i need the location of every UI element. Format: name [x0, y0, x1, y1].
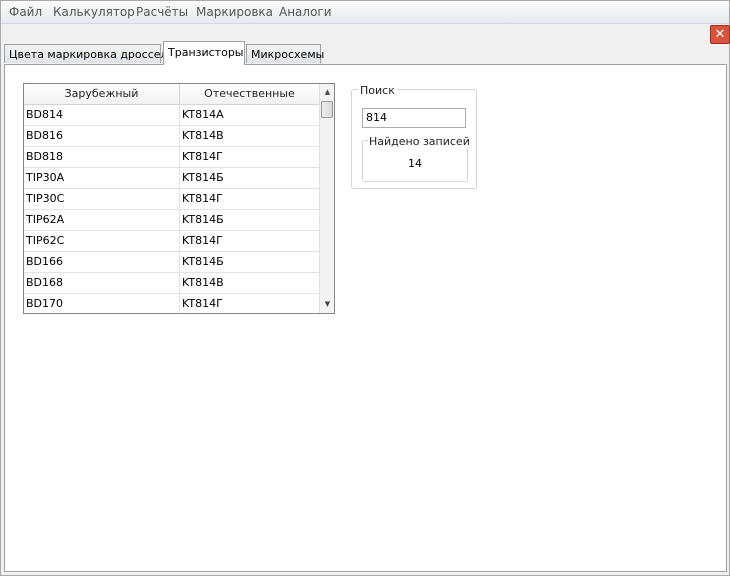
table-row[interactable]: BD814 KT814A — [24, 105, 319, 126]
cell-foreign[interactable]: BD166 — [24, 252, 180, 272]
table-scrollbar[interactable]: ▲ ▼ — [319, 84, 334, 313]
cell-foreign[interactable]: TIP62C — [24, 231, 180, 251]
cell-domestic[interactable]: KT814Б — [180, 252, 319, 272]
cell-domestic[interactable]: KT814Б — [180, 210, 319, 230]
cell-domestic[interactable]: KT814B — [180, 126, 319, 146]
table-row[interactable]: BD168 KT814B — [24, 273, 319, 294]
scroll-thumb[interactable] — [321, 101, 333, 118]
tab-panel-transistors: Зарубежный Отечественные BD814 KT814A BD81… — [4, 64, 727, 572]
menu-calculations[interactable]: Расчёты — [136, 5, 188, 19]
cell-domestic[interactable]: KT814Г — [180, 147, 319, 167]
menu-bar: Файл Калькулятор Расчёты Маркировка Анал… — [1, 1, 729, 24]
cell-foreign[interactable]: BD170 — [24, 294, 180, 313]
menu-analogs[interactable]: Аналоги — [279, 5, 332, 19]
column-header-foreign[interactable]: Зарубежный — [24, 84, 180, 104]
cell-domestic[interactable]: KT814Б — [180, 168, 319, 188]
cell-foreign[interactable]: TIP62A — [24, 210, 180, 230]
cell-domestic[interactable]: KT814B — [180, 273, 319, 293]
tab-transistors[interactable]: Транзисторы — [163, 41, 245, 65]
column-header-domestic[interactable]: Отечественные — [180, 84, 319, 104]
scroll-down-icon[interactable]: ▼ — [320, 296, 334, 313]
app-window: Файл Калькулятор Расчёты Маркировка Анал… — [0, 0, 730, 576]
table-row[interactable]: BD816 KT814B — [24, 126, 319, 147]
cell-foreign[interactable]: TIP30A — [24, 168, 180, 188]
found-records-group: Найдено записей 14 — [362, 135, 471, 182]
table-row[interactable]: TIP62C KT814Г — [24, 231, 319, 252]
table-row[interactable]: TIP30A KT814Б — [24, 168, 319, 189]
cell-domestic[interactable]: KT814Г — [180, 294, 319, 313]
cell-foreign[interactable]: TIP30C — [24, 189, 180, 209]
table-row[interactable]: BD170 KT814Г — [24, 294, 319, 313]
found-records-title: Найдено записей — [368, 135, 471, 148]
table-row[interactable]: TIP62A KT814Б — [24, 210, 319, 231]
tab-inductor-color-marking[interactable]: Цвета маркировка дросселя — [4, 44, 174, 63]
close-icon[interactable]: ✕ — [710, 25, 730, 44]
tab-strip: Цвета маркировка дросселя Транзисторы Ми… — [4, 41, 728, 65]
table-header: Зарубежный Отечественные — [24, 84, 319, 105]
cell-foreign[interactable]: BD818 — [24, 147, 180, 167]
search-group-title: Поиск — [358, 84, 397, 97]
menu-calculator[interactable]: Калькулятор — [53, 5, 135, 19]
table-row[interactable]: BD818 KT814Г — [24, 147, 319, 168]
analog-table[interactable]: Зарубежный Отечественные BD814 KT814A BD81… — [23, 83, 335, 314]
search-input[interactable]: 814 — [362, 108, 466, 128]
cell-domestic[interactable]: KT814Г — [180, 231, 319, 251]
menu-file[interactable]: Файл — [9, 5, 42, 19]
table-row[interactable]: BD166 KT814Б — [24, 252, 319, 273]
tab-microchips[interactable]: Микросхемы — [246, 44, 324, 63]
scroll-up-icon[interactable]: ▲ — [320, 84, 334, 101]
cell-foreign[interactable]: BD816 — [24, 126, 180, 146]
cell-foreign[interactable]: BD168 — [24, 273, 180, 293]
cell-domestic[interactable]: KT814A — [180, 105, 319, 125]
cell-domestic[interactable]: KT814Г — [180, 189, 319, 209]
found-records-count: 14 — [408, 157, 422, 170]
table-row[interactable]: TIP30C KT814Г — [24, 189, 319, 210]
search-group: Поиск 814 Найдено записей 14 — [351, 84, 477, 189]
menu-marking[interactable]: Маркировка — [196, 5, 273, 19]
cell-foreign[interactable]: BD814 — [24, 105, 180, 125]
